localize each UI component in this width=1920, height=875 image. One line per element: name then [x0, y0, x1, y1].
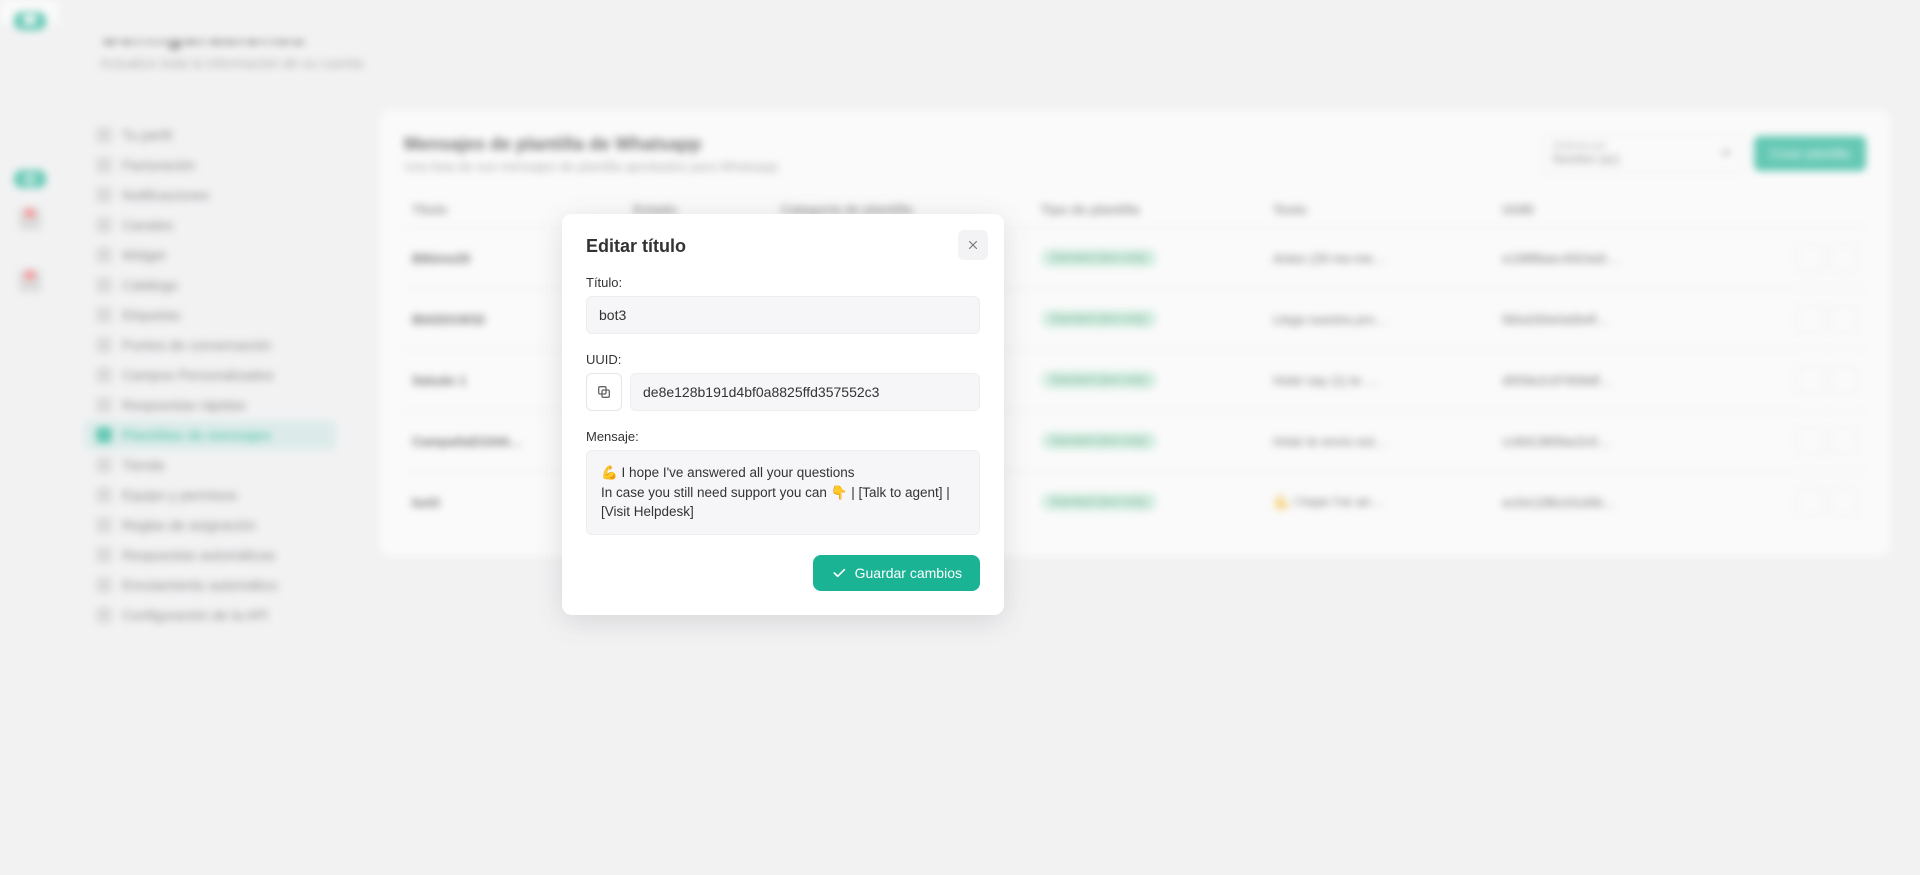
- close-icon: [966, 238, 980, 252]
- uuid-label: UUID:: [586, 352, 980, 367]
- title-label: Título:: [586, 275, 980, 290]
- copy-icon: [596, 384, 612, 400]
- modal-heading: Editar título: [586, 236, 980, 257]
- uuid-value: de8e128b191d4bf0a8825ffd357552c3: [630, 373, 980, 411]
- title-input[interactable]: [586, 296, 980, 334]
- edit-title-modal: Editar título Título: UUID: de8e128b191d…: [562, 214, 1004, 615]
- check-icon: [831, 565, 847, 581]
- message-box: 💪 I hope I've answered all your question…: [586, 450, 980, 535]
- save-label: Guardar cambios: [855, 565, 962, 581]
- close-button[interactable]: [958, 230, 988, 260]
- copy-uuid-button[interactable]: [586, 373, 622, 411]
- message-label: Mensaje:: [586, 429, 980, 444]
- save-button[interactable]: Guardar cambios: [813, 555, 980, 591]
